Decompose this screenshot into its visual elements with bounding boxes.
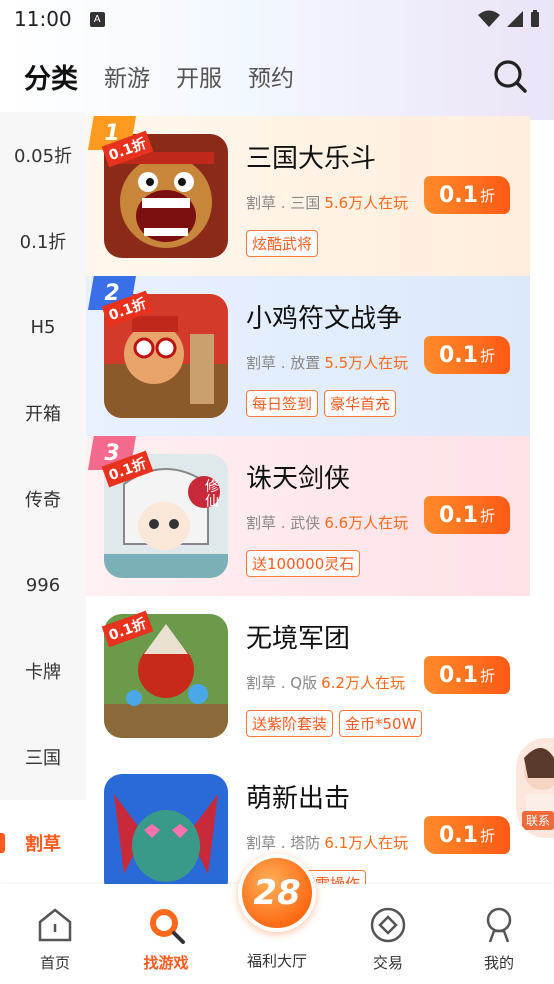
game-category: 割草 . 塔防	[246, 834, 321, 852]
sidebar-item-three-kingdoms[interactable]: 三国	[0, 714, 86, 800]
nav-welfare[interactable]: 28 福利大厅	[237, 854, 317, 971]
wifi-icon	[478, 10, 500, 27]
price-unit: 折	[479, 826, 495, 845]
game-card[interactable]: 0.1折 无境军团 割草 . Q版 6.2万人在玩 0.1 折 送紫阶套装 金币…	[86, 596, 530, 756]
category-sidebar: 0.05折 0.1折 H5 开箱 传奇 996 卡牌 三国 割草	[0, 112, 86, 886]
price-value: 0.1	[439, 342, 478, 368]
game-card[interactable]: 2 0.1折 小鸡符文战争 割草 . 放置 5.5万人在玩 0.1 折 每日签到…	[86, 276, 530, 436]
cultivation-seal: 修仙	[205, 479, 219, 510]
nav-welfare-label: 福利大厅	[246, 952, 307, 970]
nav-find-game[interactable]: 找游戏	[126, 904, 206, 973]
nav-trade-label: 交易	[372, 954, 403, 972]
sidebar-item-legend[interactable]: 传奇	[0, 456, 86, 542]
game-tag: 炫酷武将	[246, 230, 319, 257]
search-icon[interactable]	[492, 58, 528, 94]
tag-list: 送紫阶套装 金币*50W	[246, 710, 423, 737]
game-category: 割草 . 武侠	[246, 514, 321, 532]
nav-find-game-label: 找游戏	[143, 954, 189, 972]
price-value: 0.1	[439, 662, 478, 688]
discount-button[interactable]: 0.1 折	[424, 176, 510, 214]
price-unit: 折	[479, 186, 495, 205]
nav-home[interactable]: 首页	[15, 904, 95, 973]
price-unit: 折	[479, 346, 495, 365]
signal-icon	[507, 11, 523, 27]
sidebar-item-h5[interactable]: H5	[0, 284, 86, 370]
discount-button[interactable]: 0.1 折	[424, 656, 510, 694]
notification-icon: A	[89, 11, 105, 27]
game-tag: 豪华首充	[324, 390, 397, 417]
online-count: 5.5万人在玩	[324, 354, 409, 372]
sidebar-item-unbox[interactable]: 开箱	[0, 370, 86, 456]
tag-list: 每日签到 豪华首充	[246, 390, 397, 417]
game-list: 1 0.1折 三国大乐斗 割草 . 三国 5.6万人在玩 0.1 折 炫酷武将	[86, 116, 530, 884]
discount-button[interactable]: 0.1 折	[424, 816, 510, 854]
bottom-nav: 首页 找游戏 28 福利大厅 交易 我的	[0, 854, 554, 984]
nav-profile[interactable]: 我的	[459, 904, 539, 973]
game-card[interactable]: 萌新出击 割草 . 塔防 6.1万人在玩 0.1 折 上手 无需操作	[86, 756, 530, 884]
nav-home-label: 首页	[39, 954, 70, 972]
game-title[interactable]: 无境军团	[246, 618, 350, 655]
game-meta: 割草 . 塔防 6.1万人在玩	[246, 832, 408, 853]
profile-icon	[486, 907, 512, 943]
game-meta: 割草 . 三国 5.6万人在玩	[246, 192, 408, 213]
find-game-icon	[150, 909, 185, 944]
price-unit: 折	[479, 506, 495, 525]
game-art-image	[104, 774, 228, 884]
sidebar-item-005[interactable]: 0.05折	[0, 112, 86, 198]
game-tag: 每日签到	[246, 390, 319, 417]
discount-button[interactable]: 0.1 折	[424, 336, 510, 374]
game-category: 割草 . Q版	[246, 674, 318, 692]
online-count: 6.1万人在玩	[324, 834, 409, 852]
game-tag: 送100000灵石	[246, 550, 361, 577]
game-title[interactable]: 诛天剑侠	[246, 458, 350, 495]
game-card[interactable]: 1 0.1折 三国大乐斗 割草 . 三国 5.6万人在玩 0.1 折 炫酷武将	[86, 116, 530, 276]
price-value: 0.1	[439, 502, 478, 528]
game-category: 割草 . 三国	[246, 194, 321, 212]
game-tag: 金币*50W	[339, 710, 423, 737]
sidebar-item-card[interactable]: 卡牌	[0, 628, 86, 714]
tab-reservation[interactable]: 预约	[248, 59, 294, 93]
home-icon	[38, 908, 72, 942]
game-title[interactable]: 三国大乐斗	[246, 138, 376, 175]
status-time: 11:00	[14, 7, 72, 31]
status-bar: 11:00 A	[0, 0, 554, 38]
game-meta: 割草 . Q版 6.2万人在玩	[246, 672, 405, 693]
tab-category[interactable]: 分类	[24, 57, 78, 96]
status-icons	[478, 10, 540, 28]
battery-icon	[531, 10, 539, 27]
online-count: 6.2万人在玩	[321, 674, 405, 692]
game-title[interactable]: 小鸡符文战争	[246, 298, 402, 335]
price-value: 0.1	[439, 822, 478, 848]
floating-contact-button[interactable]: 联系	[516, 738, 554, 838]
top-nav: 分类 新游 开服 预约	[0, 48, 554, 104]
price-unit: 折	[479, 666, 495, 685]
game-meta: 割草 . 武侠 6.6万人在玩	[246, 512, 408, 533]
tag-list: 炫酷武将	[246, 230, 319, 257]
sidebar-item-996[interactable]: 996	[0, 542, 86, 628]
online-count: 6.6万人在玩	[324, 514, 409, 532]
game-card[interactable]: 修仙 3 0.1折 诛天剑侠 割草 . 武侠 6.6万人在玩 0.1 折 送10…	[86, 436, 530, 596]
game-category: 割草 . 放置	[246, 354, 321, 372]
online-count: 5.6万人在玩	[324, 194, 409, 212]
tag-list: 送100000灵石	[246, 550, 361, 577]
tab-new-games[interactable]: 新游	[104, 59, 150, 93]
contact-label: 联系	[522, 811, 554, 830]
sidebar-item-mowing[interactable]: 割草	[0, 800, 86, 886]
game-title[interactable]: 萌新出击	[246, 778, 350, 815]
game-thumbnail[interactable]	[104, 774, 228, 884]
sidebar-item-01[interactable]: 0.1折	[0, 198, 86, 284]
nav-trade[interactable]: 交易	[348, 904, 428, 973]
tab-server-open[interactable]: 开服	[176, 59, 222, 93]
trade-icon	[370, 907, 406, 943]
price-value: 0.1	[439, 182, 478, 208]
game-meta: 割草 . 放置 5.5万人在玩	[246, 352, 408, 373]
nav-profile-label: 我的	[483, 954, 514, 972]
game-tag: 送紫阶套装	[246, 710, 334, 737]
welfare-28-icon[interactable]: 28	[238, 854, 316, 932]
discount-button[interactable]: 0.1 折	[424, 496, 510, 534]
